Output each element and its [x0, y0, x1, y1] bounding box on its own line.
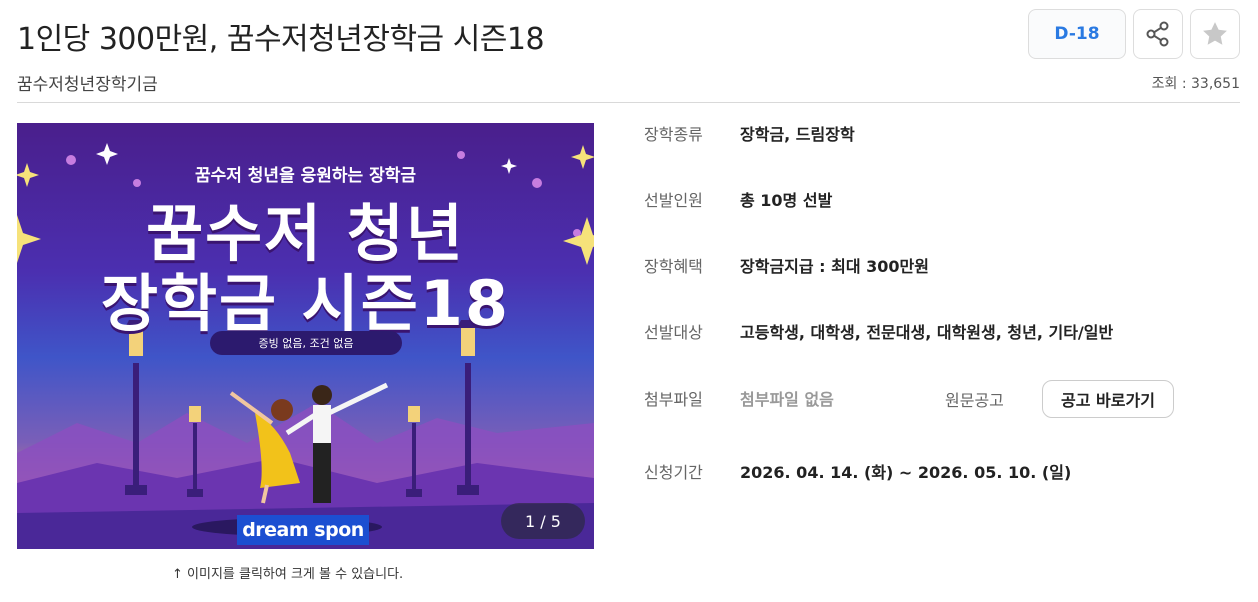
- detail-row-target: 선발대상 고등학생, 대학생, 전문대생, 대학원생, 청년, 기타/일반: [644, 319, 1113, 343]
- detail-label: 첨부파일: [644, 390, 703, 409]
- page-title: 1인당 300만원, 꿈수저청년장학금 시즌18: [17, 22, 545, 57]
- view-count: 조회 : 33,651: [1151, 76, 1240, 92]
- detail-value: 고등학생, 대학생, 전문대생, 대학원생, 청년, 기타/일반: [740, 323, 1114, 342]
- image-caption: ↑ 이미지를 클릭하여 크게 볼 수 있습니다.: [172, 567, 404, 582]
- detail-value: 총 10명 선발: [740, 191, 833, 210]
- detail-label: 선발인원: [644, 191, 703, 210]
- header-divider: [17, 102, 1240, 103]
- detail-value: 2026. 04. 14. (화) ~ 2026. 05. 10. (일): [740, 463, 1072, 482]
- favorite-button[interactable]: [1190, 9, 1240, 59]
- detail-row-type: 장학종류 장학금, 드림장학: [644, 121, 855, 145]
- scholarship-poster-image[interactable]: 꿈수저 청년을 응원하는 장학금 꿈수저 청년 장학금 시즌18 증빙 없음, …: [17, 123, 594, 549]
- poster-tagline: 증빙 없음, 조건 없음: [210, 331, 402, 355]
- poster-title-line2: 장학금 시즌18: [100, 267, 511, 340]
- original-notice-label: 원문공고: [945, 391, 1004, 410]
- detail-row-selection: 선발인원 총 10명 선발: [644, 187, 832, 211]
- image-pager[interactable]: 1 / 5: [501, 503, 585, 539]
- detail-label: 장학종류: [644, 125, 703, 144]
- share-button[interactable]: [1133, 9, 1183, 59]
- star-icon: [1203, 22, 1227, 45]
- detail-label: 신청기간: [644, 463, 703, 482]
- detail-row-period: 신청기간 2026. 04. 14. (화) ~ 2026. 05. 10. (…: [644, 459, 1071, 483]
- detail-label: 장학혜택: [644, 257, 703, 276]
- detail-value: 장학금, 드림장학: [740, 125, 855, 144]
- dday-badge[interactable]: D-18: [1028, 9, 1126, 59]
- organization-name[interactable]: 꿈수저청년장학기금: [17, 70, 158, 95]
- detail-row-benefit: 장학혜택 장학금지급 : 최대 300만원: [644, 253, 929, 277]
- detail-value: 첨부파일 없음: [740, 390, 834, 409]
- detail-value: 장학금지급 : 최대 300만원: [740, 257, 929, 276]
- go-to-notice-button[interactable]: 공고 바로가기: [1042, 380, 1174, 418]
- detail-row-attachment: 첨부파일 첨부파일 없음: [644, 386, 834, 410]
- share-icon: [1146, 21, 1169, 47]
- detail-label: 선발대상: [644, 323, 703, 342]
- brand-logo: dream spon: [237, 515, 369, 545]
